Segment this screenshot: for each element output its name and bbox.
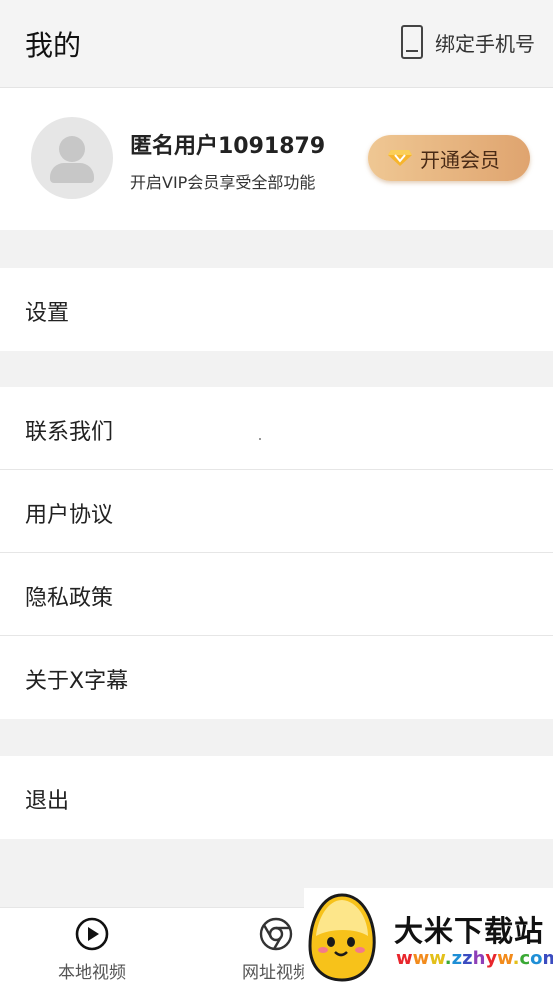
avatar[interactable] bbox=[31, 117, 113, 199]
menu-item-label: 隐私政策 bbox=[25, 586, 114, 611]
menu-item-privacy-policy[interactable]: 隐私政策 bbox=[0, 553, 553, 636]
nav-local-video-label: 本地视频 bbox=[58, 963, 126, 983]
menu-item-settings[interactable]: 设置 bbox=[0, 268, 553, 351]
watermark-title: 大米下载站 bbox=[394, 914, 545, 948]
phone-icon bbox=[401, 25, 423, 59]
profile-card: 匿名用户1091879 开启VIP会员享受全部功能 开通会员 bbox=[0, 88, 553, 230]
page-title: 我的 bbox=[25, 29, 82, 62]
avatar-head-icon bbox=[59, 136, 85, 162]
menu-item-label: 设置 bbox=[25, 301, 70, 326]
watermark-url: www.zzhyw.com bbox=[396, 948, 553, 969]
stray-dot bbox=[259, 438, 261, 440]
app-header: 我的 绑定手机号 bbox=[0, 0, 553, 88]
rice-mascot-logo bbox=[308, 893, 376, 982]
browser-globe-icon bbox=[259, 917, 293, 951]
bind-phone-label: 绑定手机号 bbox=[435, 31, 535, 56]
open-vip-label: 开通会员 bbox=[420, 147, 500, 172]
menu-group-logout: 退出 bbox=[0, 756, 553, 839]
menu-item-label: 用户协议 bbox=[25, 503, 114, 528]
menu-item-label: 退出 bbox=[25, 789, 70, 814]
bind-phone-button[interactable]: 绑定手机号 bbox=[401, 25, 535, 59]
vip-promo-text: 开启VIP会员享受全部功能 bbox=[130, 173, 316, 192]
menu-group-info: 联系我们 用户协议 隐私政策 关于X字幕 bbox=[0, 387, 553, 719]
menu-item-about[interactable]: 关于X字幕 bbox=[0, 636, 553, 719]
play-circle-icon bbox=[75, 917, 109, 951]
menu-item-label: 联系我们 bbox=[25, 420, 114, 445]
watermark-overlay: 大米下载站 www.zzhyw.com bbox=[304, 888, 553, 984]
menu-item-logout[interactable]: 退出 bbox=[0, 756, 553, 839]
vip-diamond-icon bbox=[388, 149, 412, 167]
username: 匿名用户1091879 bbox=[130, 134, 326, 159]
avatar-body-icon bbox=[50, 163, 94, 183]
menu-group-settings: 设置 bbox=[0, 268, 553, 351]
menu-item-label: 关于X字幕 bbox=[25, 669, 129, 694]
nav-local-video[interactable]: 本地视频 bbox=[22, 908, 162, 984]
menu-item-contact-us[interactable]: 联系我们 bbox=[0, 387, 553, 470]
open-vip-button[interactable]: 开通会员 bbox=[368, 135, 530, 181]
menu-item-user-agreement[interactable]: 用户协议 bbox=[0, 470, 553, 553]
